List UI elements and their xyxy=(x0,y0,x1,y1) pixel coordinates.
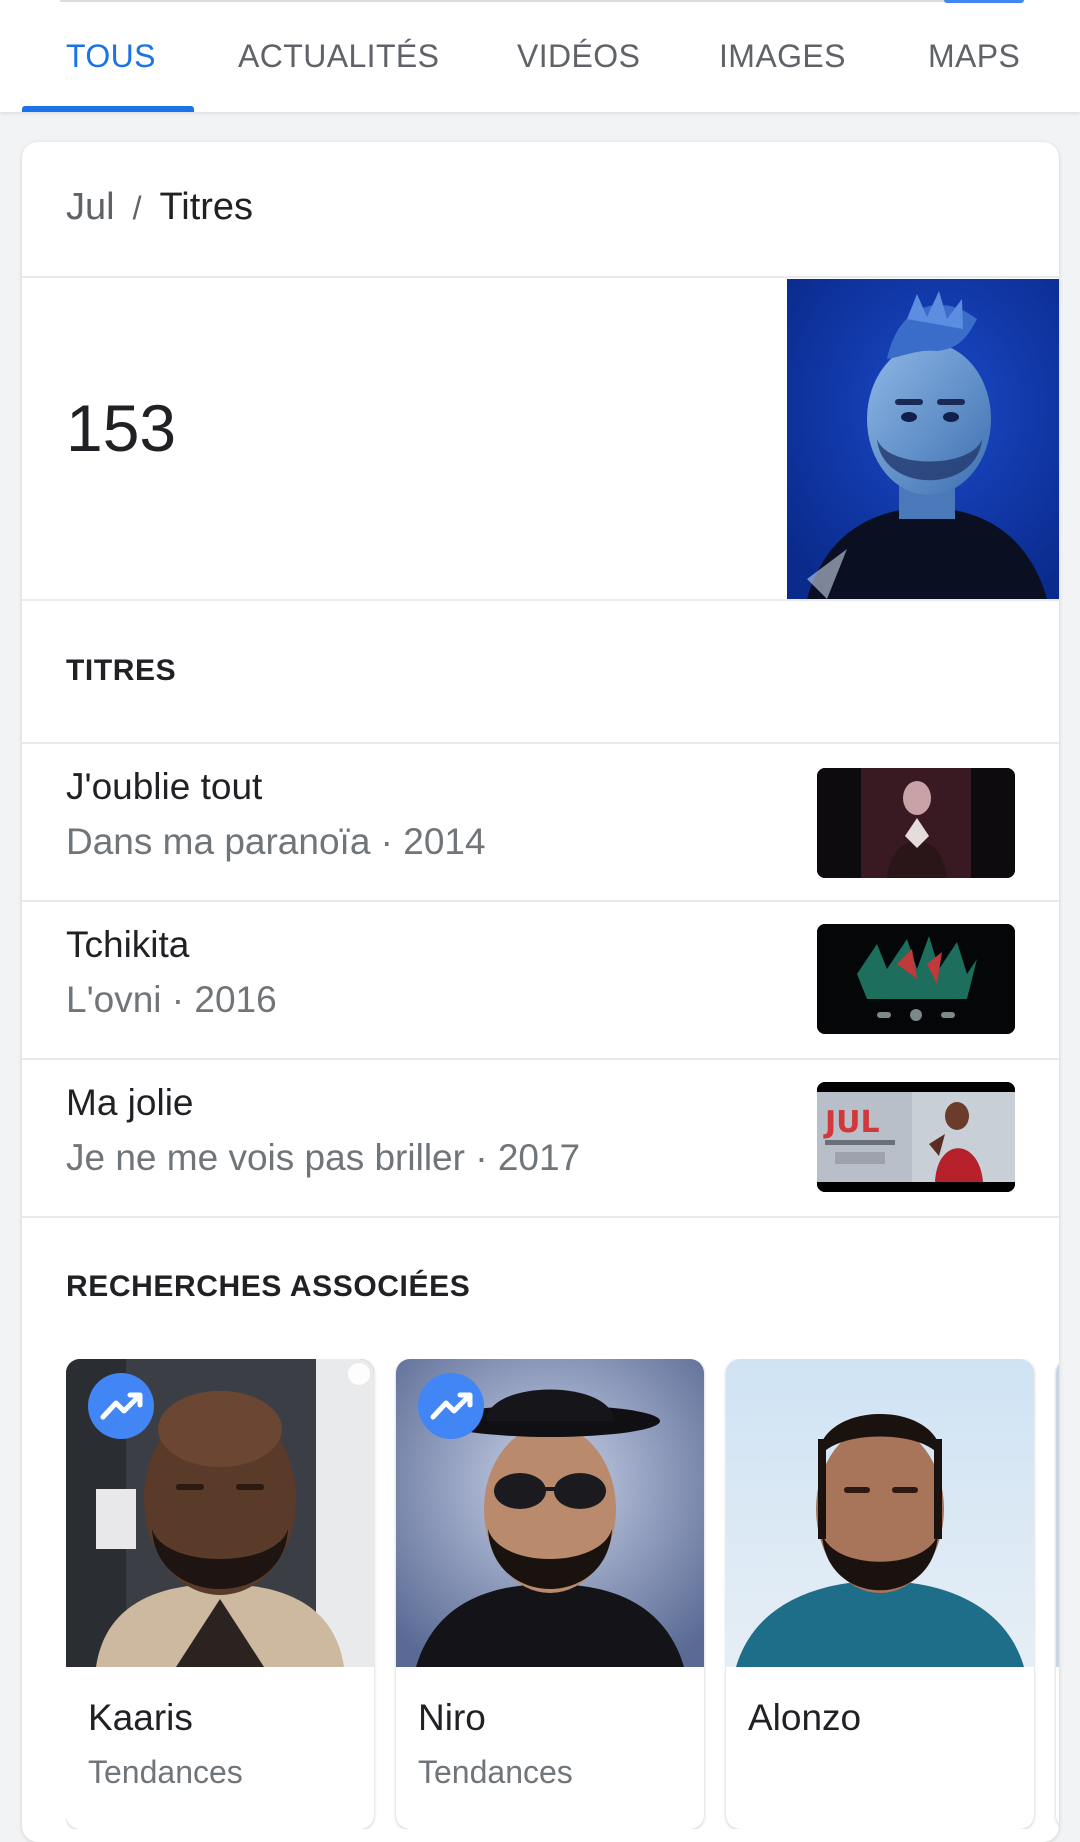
song-row[interactable]: Ma jolie Je ne me vois pas briller · 201… xyxy=(22,1060,1059,1216)
related-card-niro[interactable]: Niro Tendances xyxy=(396,1359,704,1829)
related-photo xyxy=(1056,1359,1059,1667)
search-tab-bar: TOUS ACTUALITÉS VIDÉOS IMAGES MAPS xyxy=(0,0,1080,112)
songs-section-title: TITRES xyxy=(66,654,177,687)
tab-videos[interactable]: VIDÉOS xyxy=(517,38,640,75)
related-name: Kaaris xyxy=(88,1697,193,1738)
song-subtitle: Dans ma paranoïa · 2014 xyxy=(66,821,486,862)
related-photo xyxy=(726,1359,1034,1667)
divider xyxy=(22,599,1059,601)
related-name: Niro xyxy=(418,1697,486,1738)
active-tab-indicator xyxy=(22,106,194,112)
breadcrumb-parent-link[interactable]: Jul xyxy=(66,186,115,228)
song-subtitle: Je ne me vois pas briller · 2017 xyxy=(66,1137,581,1178)
video-thumbnail-icon[interactable] xyxy=(817,768,1015,878)
related-name: Alonzo xyxy=(748,1697,862,1738)
related-searches-carousel[interactable]: Kaaris Tendances Niro Tendances Alonzo xyxy=(66,1359,1059,1829)
related-tag: Tendances xyxy=(88,1754,243,1790)
trending-icon xyxy=(418,1373,484,1439)
info-icon[interactable] xyxy=(348,1363,370,1385)
related-card-kaaris[interactable]: Kaaris Tendances xyxy=(66,1359,374,1829)
tab-tous[interactable]: TOUS xyxy=(66,38,156,75)
song-title: Tchikita xyxy=(66,924,190,965)
breadcrumb-current: Titres xyxy=(159,186,254,228)
song-subtitle: L'ovni · 2016 xyxy=(66,979,277,1020)
songs-count: 153 xyxy=(66,391,177,465)
related-card-next[interactable] xyxy=(1056,1359,1059,1829)
related-tag: Tendances xyxy=(418,1754,573,1790)
video-thumbnail-icon[interactable] xyxy=(817,924,1015,1034)
tab-actualites[interactable]: ACTUALITÉS xyxy=(238,38,439,75)
divider xyxy=(22,1216,1059,1218)
tab-images[interactable]: IMAGES xyxy=(719,38,846,75)
trending-icon xyxy=(88,1373,154,1439)
svg-text:JUL: JUL xyxy=(823,1105,880,1140)
song-row[interactable]: J'oublie tout Dans ma paranoïa · 2014 xyxy=(22,744,1059,900)
search-box-edge xyxy=(60,0,960,2)
search-box-accent xyxy=(944,0,1024,3)
breadcrumb: Jul / Titres xyxy=(66,186,253,229)
related-section-title: RECHERCHES ASSOCIÉES xyxy=(66,1270,471,1303)
song-title: Ma jolie xyxy=(66,1082,194,1123)
tab-maps[interactable]: MAPS xyxy=(928,38,1020,75)
song-row[interactable]: Tchikita L'ovni · 2016 xyxy=(22,902,1059,1058)
artist-photo[interactable] xyxy=(787,279,1059,599)
video-thumbnail-icon[interactable]: JUL xyxy=(817,1082,1015,1192)
knowledge-card: Jul / Titres 153 TITRES J'oublie tout Da… xyxy=(22,142,1059,1842)
song-title: J'oublie tout xyxy=(66,766,263,807)
breadcrumb-separator: / xyxy=(132,190,142,226)
divider xyxy=(22,276,1059,278)
related-card-alonzo[interactable]: Alonzo xyxy=(726,1359,1034,1829)
